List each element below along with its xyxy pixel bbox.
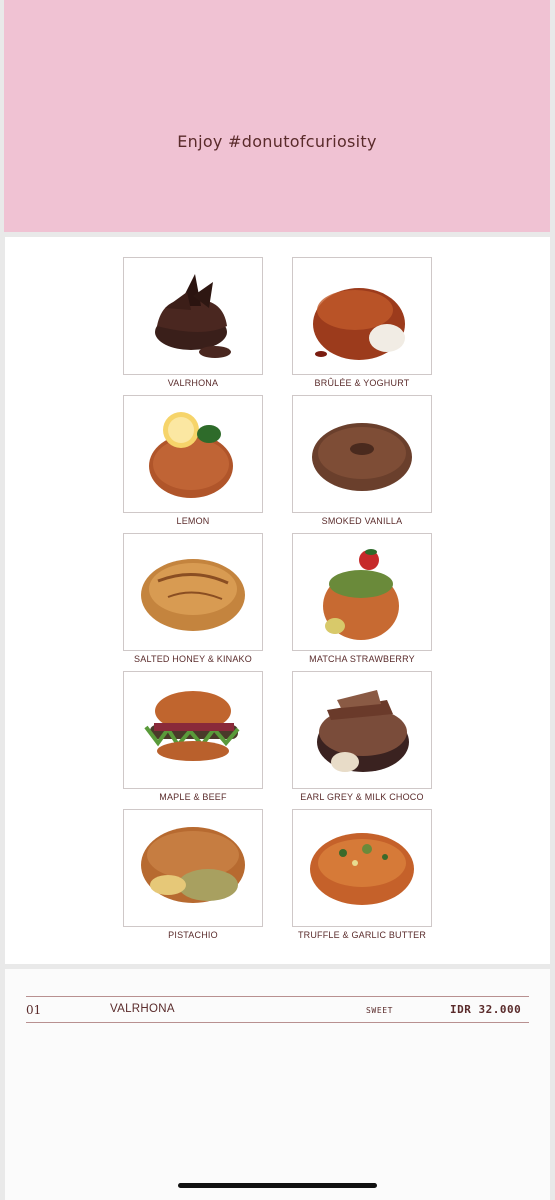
menu-card-label: SMOKED VANILLA <box>321 516 403 526</box>
cinnamon-ring-donut-image <box>292 395 432 513</box>
menu-card-label: MATCHA STRAWBERRY <box>309 654 415 664</box>
menu-card-label: SALTED HONEY & KINAKO <box>134 654 252 664</box>
home-indicator[interactable] <box>178 1183 377 1188</box>
menu-card-earl-grey-milk-choco[interactable]: EARL GREY & MILK CHOCO <box>292 671 432 802</box>
menu-card-label: LEMON <box>176 516 210 526</box>
menu-card-brulee-yoghurt[interactable]: BRÛLÉE & YOGHURT <box>292 257 432 388</box>
earl-grey-donut-image <box>292 671 432 789</box>
menu-card-label: TRUFFLE & GARLIC BUTTER <box>297 930 427 940</box>
hero-banner: Enjoy #donutofcuriosity <box>4 0 550 232</box>
price-list: 01 VALRHONA SWEET IDR 32.000 <box>5 969 550 1200</box>
menu-card-smoked-vanilla[interactable]: SMOKED VANILLA <box>292 395 432 526</box>
honey-donut-image <box>123 533 263 651</box>
item-category: SWEET <box>366 1006 394 1015</box>
menu-card-matcha-strawberry[interactable]: MATCHA STRAWBERRY <box>292 533 432 664</box>
menu-card-pistachio[interactable]: PISTACHIO <box>123 809 263 940</box>
menu-card-valrhona[interactable]: VALRHONA <box>123 257 263 388</box>
price-row[interactable]: 01 VALRHONA SWEET IDR 32.000 <box>26 996 529 1023</box>
menu-card-lemon[interactable]: LEMON <box>123 395 263 526</box>
menu-card-label: BRÛLÉE & YOGHURT <box>314 378 410 388</box>
item-price: IDR 32.000 <box>450 1003 522 1016</box>
menu-card-salted-honey-kinako[interactable]: SALTED HONEY & KINAKO <box>123 533 263 664</box>
donut-menu-grid: VALRHONA BRÛLÉE & YOGHURT LEMON SMOKED V… <box>5 237 550 964</box>
menu-card-label: EARL GREY & MILK CHOCO <box>300 792 424 802</box>
item-number: 01 <box>26 1003 42 1017</box>
pistachio-donut-image <box>123 809 263 927</box>
truffle-donut-image <box>292 809 432 927</box>
hero-tagline: Enjoy #donutofcuriosity <box>177 132 377 151</box>
item-name: VALRHONA <box>110 1003 175 1015</box>
chocolate-donut-image <box>123 257 263 375</box>
menu-card-label: VALRHONA <box>167 378 219 388</box>
menu-card-label: PISTACHIO <box>168 930 218 940</box>
matcha-donut-image <box>292 533 432 651</box>
lemon-donut-image <box>123 395 263 513</box>
beef-burger-donut-image <box>123 671 263 789</box>
menu-card-label: MAPLE & BEEF <box>159 792 227 802</box>
menu-card-maple-beef[interactable]: MAPLE & BEEF <box>123 671 263 802</box>
menu-card-truffle-garlic-butter[interactable]: TRUFFLE & GARLIC BUTTER <box>292 809 432 940</box>
brulee-donut-image <box>292 257 432 375</box>
